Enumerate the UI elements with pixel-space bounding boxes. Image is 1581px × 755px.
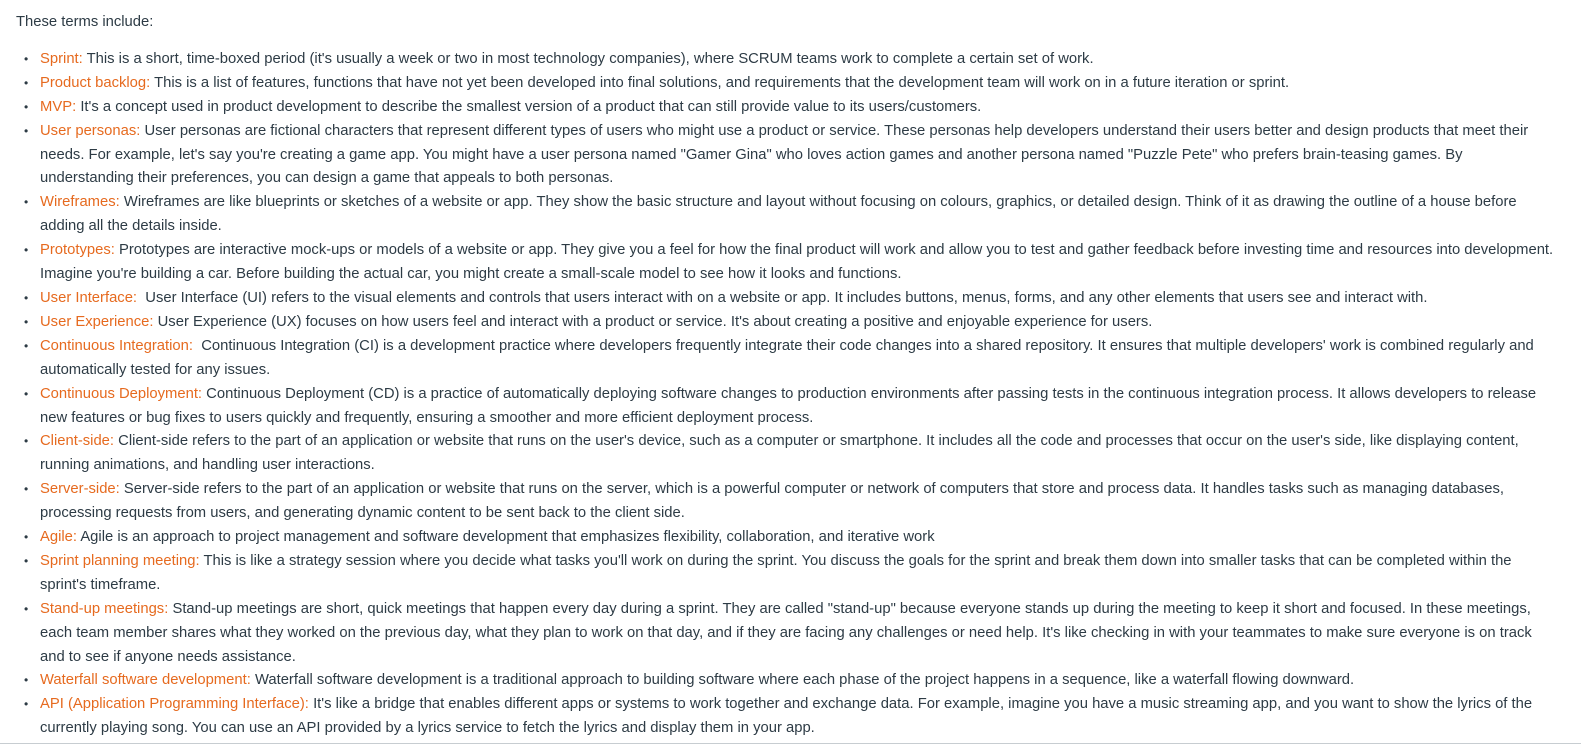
- term-label: Server-side:: [40, 481, 120, 498]
- term-definition: This is a short, time-boxed period (it's…: [86, 50, 1094, 67]
- terms-list: • Sprint: This is a short, time-boxed per…: [16, 48, 1556, 741]
- list-item: • Prototypes: Prototypes are interactive …: [16, 239, 1556, 287]
- term-definition: Waterfall software development is a trad…: [254, 672, 1355, 689]
- list-item: • Sprint planning meeting: This is like a…: [16, 550, 1556, 598]
- bullet-icon: •: [24, 338, 29, 353]
- list-item: • MVP: It's a concept used in product dev…: [16, 96, 1556, 120]
- term-definition: Prototypes are interactive mock-ups or m…: [40, 242, 1554, 283]
- bottom-divider: [0, 743, 1581, 744]
- term-definition: It's a concept used in product developme…: [80, 98, 982, 115]
- term-definition: This is like a strategy session where yo…: [40, 552, 1512, 593]
- term-label: Sprint planning meeting:: [40, 552, 200, 569]
- term-definition: User Experience (UX) focuses on how user…: [157, 313, 1153, 330]
- content-area: These terms include: • Sprint: This is a …: [16, 11, 1556, 741]
- term-label: Continuous Integration:: [40, 337, 194, 354]
- bullet-icon: •: [24, 530, 29, 545]
- term-label: Continuous Deployment:: [40, 385, 203, 402]
- list-item: • Waterfall software development: Waterfa…: [16, 669, 1556, 693]
- term-definition: Server-side refers to the part of an app…: [40, 481, 1505, 522]
- term-definition: Continuous Deployment (CD) is a practice…: [40, 385, 1537, 426]
- list-item: • Stand-up meetings: Stand-up meetings ar…: [16, 598, 1556, 670]
- bullet-icon: •: [24, 314, 29, 329]
- term-definition: Continuous Integration (CI) is a develop…: [40, 337, 1534, 378]
- bullet-icon: •: [24, 243, 29, 258]
- list-item: • Server-side: Server-side refers to the …: [16, 478, 1556, 526]
- bullet-icon: •: [24, 601, 29, 616]
- term-separator: [193, 338, 201, 354]
- term-label: User personas:: [40, 122, 141, 139]
- term-label: User Experience:: [40, 313, 154, 330]
- bullet-icon: •: [24, 99, 29, 114]
- list-item: • User Interface: User Interface (UI) ref…: [16, 287, 1556, 311]
- bullet-icon: •: [24, 482, 29, 497]
- term-label: Agile:: [40, 529, 78, 546]
- list-item: • Agile: Agile is an approach to project …: [16, 526, 1556, 550]
- term-label: Wireframes:: [40, 194, 120, 211]
- bullet-icon: •: [24, 553, 29, 568]
- list-item: • Continuous Integration: Continuous Inte…: [16, 335, 1556, 383]
- bullet-icon: •: [24, 75, 29, 90]
- term-label: MVP:: [40, 98, 77, 115]
- term-definition: Client-side refers to the part of an app…: [40, 433, 1519, 474]
- term-definition: Agile is an approach to project manageme…: [80, 529, 935, 546]
- term-label: Sprint:: [40, 50, 83, 67]
- term-label: User Interface:: [40, 289, 138, 306]
- list-item: • Continuous Deployment: Continuous Deplo…: [16, 383, 1556, 431]
- bullet-icon: •: [24, 290, 29, 305]
- list-item: • Client-side: Client-side refers to the …: [16, 430, 1556, 478]
- list-item: • API (Application Programming Interface)…: [16, 693, 1556, 741]
- list-item: • Product backlog: This is a list of feat…: [16, 72, 1556, 96]
- term-definition: This is a list of features, functions th…: [154, 74, 1290, 91]
- term-definition: User personas are fictional characters t…: [40, 122, 1529, 187]
- list-item: • User personas: User personas are fictio…: [16, 120, 1556, 192]
- term-label: Stand-up meetings:: [40, 600, 169, 617]
- bullet-icon: •: [24, 386, 29, 401]
- list-item: • User Experience: User Experience (UX) f…: [16, 311, 1556, 335]
- term-definition: User Interface (UI) refers to the visual…: [145, 289, 1428, 306]
- bullet-icon: •: [24, 123, 29, 138]
- term-label: Prototypes:: [40, 242, 115, 259]
- term-label: API (Application Programming Interface):: [40, 696, 309, 713]
- bullet-icon: •: [24, 195, 29, 210]
- term-label: Client-side:: [40, 433, 115, 450]
- term-definition: Wireframes are like blueprints or sketch…: [40, 194, 1517, 235]
- bullet-icon: •: [24, 434, 29, 449]
- term-definition: Stand-up meetings are short, quick meeti…: [40, 600, 1532, 665]
- list-item: • Sprint: This is a short, time-boxed per…: [16, 48, 1556, 72]
- term-label: Product backlog:: [40, 74, 151, 91]
- bullet-icon: •: [24, 697, 29, 712]
- bullet-icon: •: [24, 51, 29, 66]
- intro-text: These terms include:: [16, 14, 154, 30]
- bullet-icon: •: [24, 673, 29, 688]
- list-item: • Wireframes: Wireframes are like bluepri…: [16, 191, 1556, 239]
- term-label: Waterfall software development:: [40, 672, 251, 689]
